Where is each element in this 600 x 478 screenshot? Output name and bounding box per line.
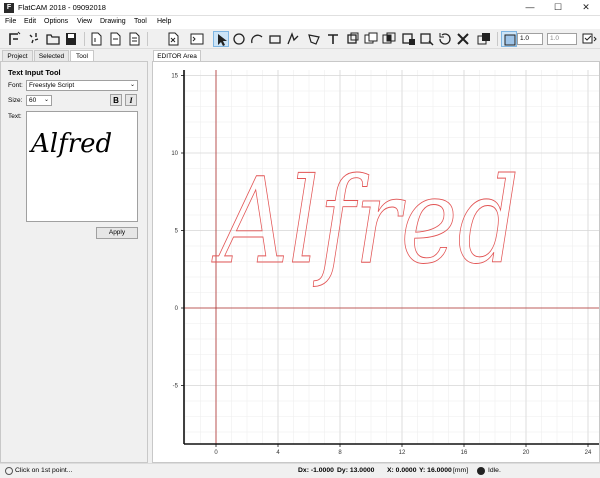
panel-title: Text Input Tool <box>8 68 61 77</box>
plot-area[interactable]: 0 4 8 12 16 20 24 15 10 5 0 -5 Alfred <box>153 62 600 464</box>
shell-icon[interactable] <box>189 31 205 47</box>
title-bar: F FlatCAM 2018 - 09092018 — ☐ ✕ <box>0 0 600 16</box>
tab-editor-area[interactable]: EDITOR Area <box>153 50 201 61</box>
menu-edit[interactable]: Edit <box>24 18 36 25</box>
y-tick-label: 10 <box>171 151 178 157</box>
status-state: Idle. <box>488 467 501 474</box>
maximize-button[interactable]: ☐ <box>544 0 572 16</box>
new-gerber-icon[interactable] <box>88 31 104 47</box>
status-x: X: 0.0000 <box>387 467 417 474</box>
rectangle-icon[interactable] <box>285 31 301 47</box>
corner-snap-icon[interactable] <box>581 31 597 47</box>
y-tick-label: 15 <box>171 74 178 80</box>
tab-project[interactable]: Project <box>2 50 33 61</box>
save-icon[interactable] <box>63 31 79 47</box>
subtract-icon[interactable] <box>401 31 417 47</box>
text-preview: Alfred <box>29 129 112 159</box>
replot-icon[interactable] <box>26 31 42 47</box>
x-tick-label: 16 <box>461 450 468 456</box>
text-shape: Alfred <box>212 152 519 290</box>
grid-snap-icon[interactable] <box>501 31 517 47</box>
text-icon[interactable] <box>306 31 322 47</box>
text-input-area[interactable]: Alfred <box>26 111 138 222</box>
apply-button[interactable]: Apply <box>96 227 138 239</box>
menu-view[interactable]: View <box>77 18 92 25</box>
x-tick-label: 20 <box>523 450 530 456</box>
paint-icon[interactable] <box>325 31 341 47</box>
y-tick-label: 5 <box>175 229 179 235</box>
grid-y-input[interactable]: 1.0 <box>547 33 577 45</box>
chevron-down-icon: ⌄ <box>129 82 135 88</box>
delete-icon[interactable] <box>165 31 181 47</box>
text-label: Text: <box>8 113 22 120</box>
menu-tool[interactable]: Tool <box>134 18 147 25</box>
open-folder-icon[interactable] <box>45 31 61 47</box>
size-label: Size: <box>8 97 23 104</box>
menu-options[interactable]: Options <box>44 18 68 25</box>
font-select-value: Freestyle Script <box>29 82 75 89</box>
union-icon[interactable] <box>363 31 379 47</box>
x-tick-label: 4 <box>276 450 280 456</box>
italic-button[interactable]: I <box>125 94 137 106</box>
move-icon[interactable] <box>476 31 492 47</box>
select-arrow-icon[interactable] <box>213 31 229 47</box>
new-object-icon[interactable] <box>7 31 23 47</box>
text-value: Alfred <box>29 129 112 159</box>
delete-shape-icon[interactable] <box>455 31 471 47</box>
idle-icon <box>477 467 485 475</box>
x-tick-label: 24 <box>585 450 592 456</box>
menu-file[interactable]: File <box>5 18 16 25</box>
editor-canvas[interactable]: 0 4 8 12 16 20 24 15 10 5 0 -5 Alfred <box>152 61 600 463</box>
x-tick-label: 12 <box>399 450 406 456</box>
tab-selected[interactable]: Selected <box>34 50 69 61</box>
size-select[interactable]: 60 ⌄ <box>26 95 52 106</box>
minimize-button[interactable]: — <box>516 0 544 16</box>
chevron-down-icon: ⌄ <box>43 97 49 103</box>
font-label: Font: <box>8 82 23 89</box>
window-title: FlatCAM 2018 - 09092018 <box>18 3 106 12</box>
menu-drawing[interactable]: Drawing <box>100 18 126 25</box>
menu-help[interactable]: Help <box>157 18 171 25</box>
tab-tool[interactable]: Tool <box>70 50 94 61</box>
status-info-icon <box>5 467 13 475</box>
status-y: Y: 16.0000 <box>419 467 452 474</box>
y-tick-label: 0 <box>175 306 179 312</box>
text-geometry-outline[interactable]: Alfred <box>211 152 519 291</box>
font-select[interactable]: Freestyle Script ⌄ <box>26 80 138 91</box>
circle-icon[interactable] <box>231 31 247 47</box>
x-tick-label: 0 <box>214 450 218 456</box>
x-tick-label: 8 <box>338 450 342 456</box>
flatcam-logo-icon: F <box>4 3 14 13</box>
new-excellon-icon[interactable] <box>126 31 142 47</box>
copy-icon[interactable] <box>437 31 453 47</box>
intersection-icon[interactable] <box>381 31 397 47</box>
status-units: [mm] <box>453 467 469 474</box>
status-dx: Dx: -1.0000 <box>298 467 334 474</box>
y-tick-label: -5 <box>173 384 179 390</box>
status-message: Click on 1st point... <box>15 467 73 474</box>
status-bar: Click on 1st point... Dx: -1.0000 Dy: 13… <box>0 463 600 478</box>
status-dy: Dy: 13.0000 <box>337 467 375 474</box>
close-button[interactable]: ✕ <box>572 0 600 16</box>
arc-icon[interactable] <box>249 31 265 47</box>
bold-button[interactable]: B <box>110 94 122 106</box>
menu-bar: File Edit Options View Drawing Tool Help <box>0 16 600 29</box>
notebook-tabs: Project Selected Tool <box>0 50 150 61</box>
buffer-icon[interactable] <box>345 31 361 47</box>
main-toolbar: 1.0 1.0 <box>0 29 600 49</box>
polyline-icon[interactable] <box>267 31 283 47</box>
size-select-value: 60 <box>29 97 37 104</box>
cut-path-icon[interactable] <box>419 31 435 47</box>
new-geometry-icon[interactable] <box>107 31 123 47</box>
grid-x-input[interactable]: 1.0 <box>517 33 543 45</box>
